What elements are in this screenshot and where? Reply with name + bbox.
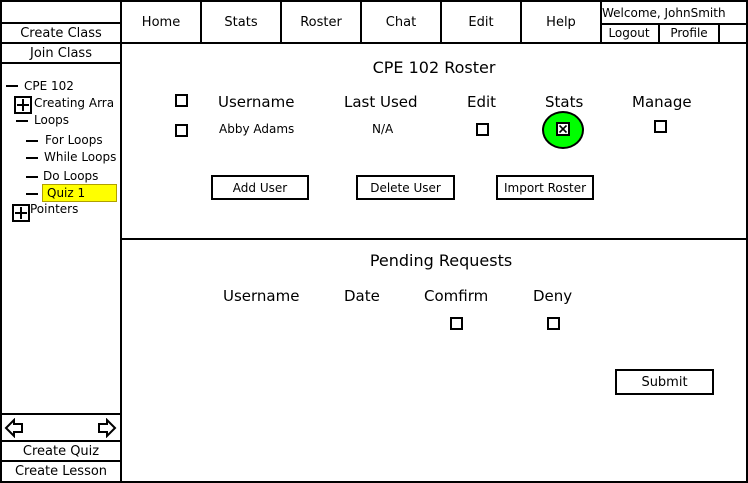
tree-dash	[16, 120, 28, 122]
roster-header-username: Username	[218, 93, 295, 111]
tab-home-label: Home	[141, 15, 181, 30]
create-lesson-button[interactable]: Create Lesson	[0, 462, 122, 481]
expand-plus-icon[interactable]	[14, 96, 32, 114]
tree-item-pointers[interactable]: Pointers	[30, 202, 78, 216]
tree-dash	[26, 157, 38, 159]
tree-item-do-loops[interactable]: Do Loops	[43, 169, 98, 183]
tab-roster[interactable]: Roster	[282, 2, 362, 43]
create-class-button[interactable]: Create Class	[0, 24, 122, 44]
tab-home[interactable]: Home	[122, 2, 202, 43]
tab-chat-label: Chat	[385, 15, 417, 30]
row-username: Abby Adams	[219, 122, 295, 136]
tab-stats[interactable]: Stats	[202, 2, 282, 43]
expand-plus-icon[interactable]	[12, 204, 30, 222]
tree-dash	[26, 176, 38, 178]
row-edit-checkbox[interactable]	[476, 123, 489, 136]
create-quiz-button[interactable]: Create Quiz	[0, 442, 122, 462]
delete-user-button[interactable]: Delete User	[356, 175, 455, 200]
row-select-checkbox[interactable]	[175, 124, 188, 137]
sidebar-nav-rule	[0, 413, 122, 415]
row-last-used: N/A	[372, 122, 394, 136]
logout-button[interactable]: Logout	[600, 23, 660, 43]
create-class-label: Create Class	[20, 25, 102, 41]
pending-header-date: Date	[344, 287, 380, 305]
create-quiz-label: Create Quiz	[22, 443, 100, 459]
tab-help-label: Help	[546, 15, 576, 30]
section-divider	[122, 238, 746, 240]
pending-header-deny: Deny	[533, 287, 573, 305]
roster-title: CPE 102 Roster	[372, 58, 496, 77]
welcome-text: Welcome, JohnSmith	[602, 6, 726, 20]
pending-header-confirm: Comfirm	[424, 287, 489, 305]
pending-title: Pending Requests	[369, 251, 513, 270]
deny-checkbox[interactable]	[547, 317, 560, 330]
roster-header-stats: Stats	[545, 93, 584, 111]
tree-dash	[26, 193, 38, 195]
row-manage-checkbox[interactable]	[654, 120, 667, 133]
add-user-button[interactable]: Add User	[211, 175, 309, 200]
join-class-label: Join Class	[30, 45, 92, 61]
tree-item-quiz-selected[interactable]: Quiz 1	[42, 184, 117, 202]
tab-chat[interactable]: Chat	[362, 2, 442, 43]
profile-button[interactable]: Profile	[660, 23, 720, 43]
tree-item-while-loops[interactable]: While Loops	[44, 150, 116, 164]
select-all-checkbox[interactable]	[175, 94, 188, 107]
confirm-checkbox[interactable]	[450, 317, 463, 330]
tree-item-creating-arrays[interactable]: Creating Arra	[34, 96, 114, 110]
submit-button[interactable]: Submit	[615, 369, 714, 395]
back-arrow-icon[interactable]	[4, 418, 24, 438]
tab-edit[interactable]: Edit	[442, 2, 522, 43]
tab-roster-label: Roster	[300, 15, 342, 30]
forward-arrow-icon[interactable]	[97, 418, 117, 438]
roster-header-last-used: Last Used	[344, 93, 418, 111]
pending-header-username: Username	[223, 287, 300, 305]
join-class-button[interactable]: Join Class	[0, 44, 122, 64]
roster-header-manage: Manage	[632, 93, 692, 111]
tab-help[interactable]: Help	[522, 2, 602, 43]
tree-dash	[6, 85, 18, 87]
row-stats-checkbox-checked[interactable]	[556, 122, 570, 136]
import-roster-button[interactable]: Import Roster	[496, 175, 594, 200]
tab-edit-label: Edit	[468, 15, 494, 30]
tab-stats-label: Stats	[224, 15, 258, 30]
tree-item-course[interactable]: CPE 102	[24, 79, 74, 93]
tree-item-for-loops[interactable]: For Loops	[45, 133, 103, 147]
tree-item-loops[interactable]: Loops	[34, 113, 69, 127]
create-lesson-label: Create Lesson	[14, 464, 108, 479]
roster-header-edit: Edit	[467, 93, 497, 111]
tree-dash	[26, 140, 38, 142]
